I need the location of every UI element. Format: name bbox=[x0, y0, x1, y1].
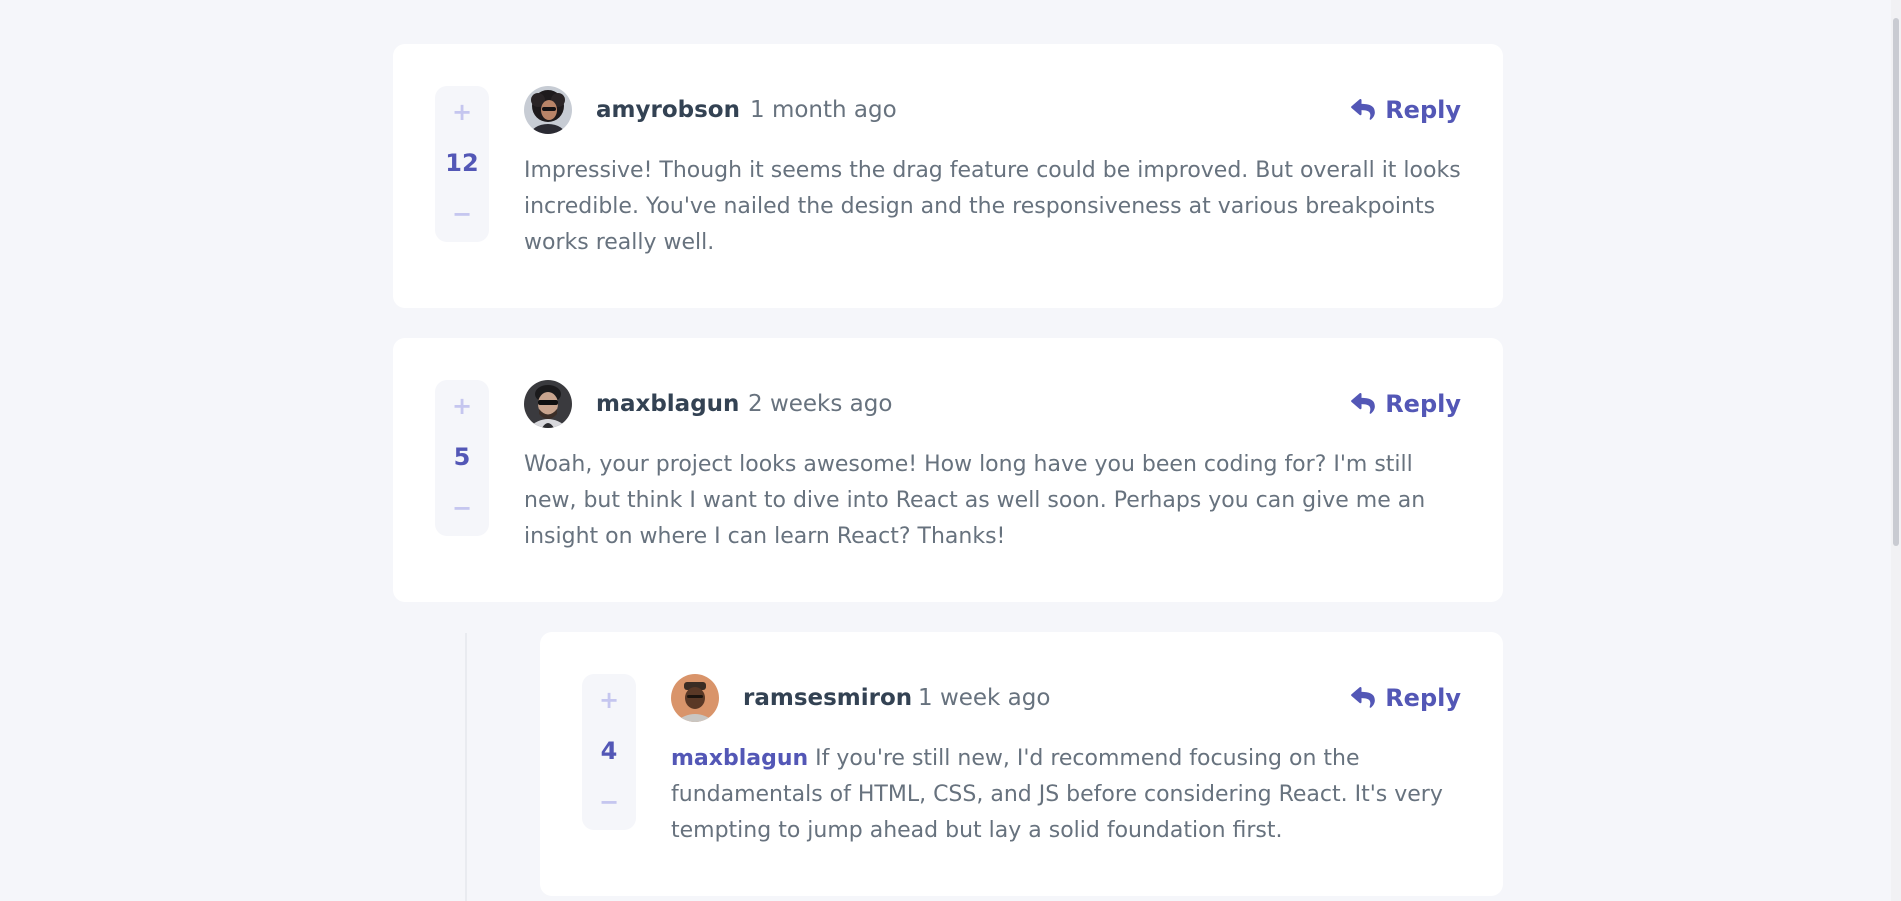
reply-button[interactable]: Reply bbox=[1351, 684, 1461, 712]
reply-card: + 4 − ramsesmiron 1 week ago Reply maxbl… bbox=[540, 632, 1503, 896]
avatar-image bbox=[671, 674, 719, 722]
reply-label: Reply bbox=[1385, 96, 1461, 124]
scrollbar-track[interactable] bbox=[1891, 0, 1901, 901]
avatar bbox=[524, 86, 572, 134]
vote-score: 4 bbox=[600, 737, 618, 765]
reply-icon bbox=[1351, 393, 1376, 414]
reply-icon bbox=[1351, 99, 1376, 120]
reply-icon bbox=[1351, 687, 1376, 708]
avatar bbox=[524, 380, 572, 428]
avatar bbox=[671, 674, 719, 722]
vote-control: + 4 − bbox=[582, 674, 636, 830]
comment-text: Impressive! Though it seems the drag fea… bbox=[524, 158, 1461, 255]
downvote-button[interactable]: − bbox=[447, 496, 477, 520]
comment-text: Woah, your project looks awesome! How lo… bbox=[524, 452, 1426, 549]
vote-score: 5 bbox=[453, 443, 471, 471]
upvote-button[interactable]: + bbox=[594, 688, 624, 712]
comment-card: + 5 − maxblagun 2 weeks ago Reply Woah, … bbox=[393, 338, 1503, 602]
reply-label: Reply bbox=[1385, 684, 1461, 712]
comment-timestamp: 2 weeks ago bbox=[748, 391, 893, 417]
downvote-button[interactable]: − bbox=[447, 202, 477, 226]
upvote-button[interactable]: + bbox=[447, 100, 477, 124]
downvote-button[interactable]: − bbox=[594, 790, 624, 814]
reply-label: Reply bbox=[1385, 390, 1461, 418]
vote-control: + 12 − bbox=[435, 86, 489, 242]
avatar-image bbox=[524, 380, 572, 428]
reply-username[interactable]: ramsesmiron bbox=[743, 684, 912, 712]
vote-control: + 5 − bbox=[435, 380, 489, 536]
comments-page: + 12 − amyrobson 1 month ago Reply Impre… bbox=[0, 0, 1901, 901]
reply-button[interactable]: Reply bbox=[1351, 96, 1461, 124]
reply-timestamp: 1 week ago bbox=[918, 685, 1051, 711]
reply-body: maxblagun If you're still new, I'd recom… bbox=[671, 741, 1471, 849]
mention-link[interactable]: maxblagun bbox=[671, 746, 808, 771]
comment-username[interactable]: amyrobson bbox=[596, 96, 740, 124]
comment-card: + 12 − amyrobson 1 month ago Reply Impre… bbox=[393, 44, 1503, 308]
comment-timestamp: 1 month ago bbox=[750, 97, 897, 123]
comment-body: Impressive! Though it seems the drag fea… bbox=[524, 153, 1464, 261]
vote-score: 12 bbox=[445, 149, 479, 177]
upvote-button[interactable]: + bbox=[447, 394, 477, 418]
avatar-image bbox=[524, 86, 572, 134]
reply-button[interactable]: Reply bbox=[1351, 390, 1461, 418]
scrollbar-thumb[interactable] bbox=[1893, 18, 1899, 546]
comment-username[interactable]: maxblagun bbox=[596, 390, 739, 418]
comment-body: Woah, your project looks awesome! How lo… bbox=[524, 447, 1464, 555]
reply-thread-line bbox=[465, 633, 467, 901]
